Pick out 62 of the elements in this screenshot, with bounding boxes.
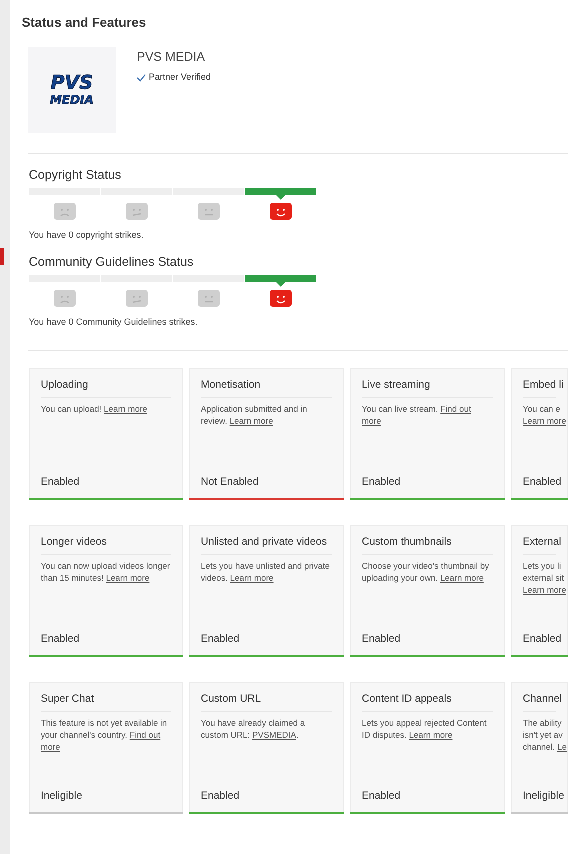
learn-link[interactable]: Learn more	[440, 572, 484, 582]
learn-link[interactable]: Learn more	[230, 572, 274, 582]
card-text: You can e Learn more	[523, 402, 566, 426]
card-title: Live streaming	[362, 378, 430, 392]
learn-link[interactable]: more	[41, 742, 60, 752]
card-title: Longer videos	[41, 536, 107, 548]
section-title: Copyright Status	[29, 166, 122, 182]
card-text: Application submitted and in review. Learn more	[201, 402, 308, 426]
card-title: Custom URL	[201, 692, 262, 706]
verified-label: Partner Verified	[149, 71, 212, 84]
status-label: Ineligible	[522, 788, 566, 804]
status-label: Not Enabled	[200, 474, 260, 490]
sidebar-indicator	[0, 248, 4, 265]
learn-link[interactable]: Find out	[440, 404, 472, 414]
status-label: Enabled	[522, 632, 563, 647]
card-title: Super Chat	[41, 692, 94, 706]
status-label: Enabled	[40, 632, 81, 647]
card-text: You have already claimed a custom URL: PVSMEDIA.	[201, 716, 306, 740]
learn-link[interactable]: Find out	[130, 730, 161, 740]
card-title: Channel	[523, 692, 562, 706]
strike-message: You have 0 Community Guidelines strikes.	[29, 316, 199, 329]
card-text: Lets you have unlisted and private videos. Learn more	[201, 560, 330, 584]
card-title: Uploading	[41, 378, 88, 392]
learn-link[interactable]: Le	[558, 742, 567, 752]
strike-message: You have 0 copyright strikes.	[29, 228, 145, 242]
card-title: Custom thumbnails	[362, 536, 452, 548]
pointer-icon	[276, 194, 286, 200]
learn-link[interactable]: Learn more	[104, 404, 148, 414]
card-text: You can live stream. Find out more	[362, 402, 472, 426]
learn-link[interactable]: Learn more	[409, 730, 453, 740]
status-label: Enabled	[200, 632, 241, 647]
card-text: Lets you appeal rejected Content ID disputes. Learn more	[362, 716, 487, 740]
learn-link[interactable]: Learn more	[230, 416, 274, 426]
card-title: Monetisation	[201, 378, 261, 392]
status-label: Enabled	[40, 474, 81, 490]
learn-link[interactable]: Learn more	[523, 584, 566, 594]
card-text: Lets you li external sit Learn more	[523, 560, 566, 596]
card-text: Choose your video's thumbnail by uploading your own. Learn more	[362, 560, 490, 584]
status-label: Enabled	[522, 474, 563, 490]
channel-logo: PVS MEDIA	[28, 46, 116, 132]
status-label: Ineligible	[40, 788, 84, 804]
card-title: External	[523, 536, 562, 548]
learn-link[interactable]: Learn more	[106, 572, 150, 582]
card-text: You can upload! Learn more	[41, 402, 148, 414]
pointer-icon	[276, 282, 286, 287]
section-title: Community Guidelines Status	[29, 254, 195, 270]
status-label: Enabled	[361, 788, 402, 804]
card-title: Embed li	[523, 378, 564, 392]
learn-link[interactable]: PVSMEDIA	[252, 730, 296, 740]
status-label: Enabled	[361, 632, 402, 647]
page-title: Status and Features	[22, 14, 148, 32]
card-text: This feature is not yet available in your channel's country. Find out more	[41, 716, 168, 752]
card-text: The ability isn't yet av channel. Le	[523, 716, 567, 752]
learn-link[interactable]: more	[362, 416, 382, 426]
card-title: Unlisted and private videos	[201, 536, 328, 548]
check-icon	[137, 74, 146, 82]
channel-name: PVS MEDIA	[137, 48, 206, 66]
status-label: Enabled	[200, 788, 241, 804]
learn-link[interactable]: Learn more	[523, 416, 566, 426]
card-title: Content ID appeals	[362, 692, 452, 706]
status-label: Enabled	[361, 474, 402, 490]
card-text: You can now upload videos longer than 15 minutes! Learn more	[41, 560, 170, 584]
